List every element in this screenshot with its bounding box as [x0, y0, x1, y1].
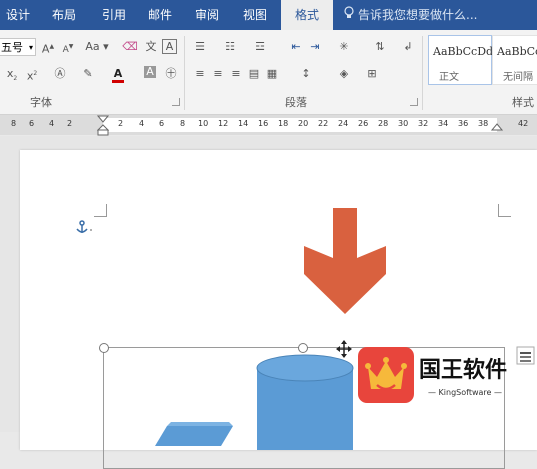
ruler-tick-label: 6 — [159, 119, 165, 128]
group-divider — [184, 36, 185, 110]
ruler-tick-label: 8 — [11, 119, 17, 128]
ruler-tick-label: 2 — [118, 119, 124, 128]
justify-icon[interactable]: ▤ — [246, 66, 262, 82]
change-case-button[interactable]: Aa ▾ — [84, 39, 110, 55]
ruler-tick-label: 28 — [378, 119, 389, 128]
tab-references[interactable]: 引用 — [94, 0, 134, 30]
ruler-tick-label: 38 — [478, 119, 489, 128]
font-group-label: 字体 — [30, 96, 52, 109]
ruler-tick-label: 12 — [218, 119, 229, 128]
styles-group-label: 样式 — [512, 96, 534, 109]
paragraph-group-label: 段落 — [285, 96, 307, 109]
kingsoftware-logo-icon — [358, 347, 414, 403]
asian-layout-icon[interactable]: ✳ — [336, 39, 352, 55]
ruler-tick-label: 36 — [458, 119, 469, 128]
group-divider — [422, 36, 423, 110]
superscript-icon[interactable]: x2 — [24, 66, 40, 83]
document-page[interactable]: 国王软件 — KingSoftware — — [20, 150, 537, 469]
align-right-icon[interactable]: ≡ — [228, 66, 244, 82]
distributed-icon[interactable]: ▦ — [264, 66, 280, 82]
font-dialog-launcher-icon[interactable] — [172, 98, 180, 106]
lightbulb-icon — [344, 0, 354, 30]
tab-layout[interactable]: 布局 — [44, 0, 84, 30]
sort-icon[interactable]: ⇅ — [372, 39, 388, 55]
resize-handle[interactable] — [298, 343, 308, 353]
ruler-tick-label: 42 — [518, 119, 529, 128]
borders-icon[interactable]: ⊞ — [364, 66, 380, 82]
ruler-tick-label: 32 — [418, 119, 429, 128]
bullets-icon[interactable]: ☰ — [192, 39, 208, 55]
watermark-sub: — KingSoftware — — [428, 388, 502, 397]
clear-format-icon[interactable]: ⌫ — [122, 39, 138, 55]
ruler-tick-label: 20 — [298, 119, 309, 128]
tab-view[interactable]: 视图 — [233, 0, 277, 30]
ruler-tick-label: 16 — [258, 119, 269, 128]
font-color-icon[interactable]: A — [110, 66, 126, 83]
tab-format[interactable]: 格式 — [281, 0, 333, 30]
tab-design[interactable]: 设计 — [0, 0, 36, 30]
subscript-icon[interactable]: x2 — [4, 66, 20, 82]
ruler-tick-label: 8 — [180, 119, 186, 128]
tab-review[interactable]: 审阅 — [187, 0, 227, 30]
paragraph-dialog-launcher-icon[interactable] — [410, 98, 418, 106]
ruler-tick-label: 6 — [29, 119, 35, 128]
grow-font-button[interactable]: A▲ — [40, 39, 56, 56]
ruler-tick-label: 2 — [67, 119, 73, 128]
document-canvas: 国王软件 — KingSoftware — — [0, 136, 537, 469]
align-left-icon[interactable]: ≡ — [192, 66, 208, 82]
ribbon: 五号 ▾ A▲ A▼ Aa ▾ ⌫ 文 A x2 x2 Ⓐ ✎ A A ㊉ 字体… — [0, 30, 537, 115]
enclose-char-icon[interactable]: ㊉ — [163, 66, 179, 82]
ribbon-tab-bar: 设计 布局 引用 邮件 审阅 视图 格式 告诉我您想要做什么... — [0, 0, 537, 30]
highlight-icon[interactable]: ✎ — [80, 66, 96, 82]
char-shading-icon[interactable]: A — [144, 66, 156, 78]
numbering-icon[interactable]: ☷ — [222, 39, 238, 55]
resize-handle[interactable] — [99, 343, 109, 353]
tell-me-search[interactable]: 告诉我您想要做什么... — [344, 0, 477, 30]
tell-me-placeholder: 告诉我您想要做什么... — [358, 8, 478, 22]
chevron-down-icon: ▾ — [28, 43, 33, 52]
decrease-indent-icon[interactable]: ⇤ — [288, 39, 304, 55]
crop-mark — [94, 204, 107, 217]
shading-icon[interactable]: ◈ — [336, 66, 352, 82]
style-no-spacing[interactable]: AaBbCcI 无间隔 — [492, 35, 537, 85]
align-center-icon[interactable]: ≡ — [210, 66, 226, 82]
char-border-icon[interactable]: A — [162, 39, 177, 54]
font-size-value: 五号 — [1, 41, 23, 54]
ruler-tick-label: 4 — [49, 119, 55, 128]
show-marks-icon[interactable]: ↲ — [400, 39, 416, 55]
cube-shape[interactable] — [155, 422, 235, 448]
ruler-tick-label: 10 — [198, 119, 209, 128]
text-effects-icon[interactable]: Ⓐ — [52, 66, 68, 82]
indent-marker-icon[interactable] — [97, 115, 109, 137]
ruler-tick-label: 30 — [398, 119, 409, 128]
shrink-font-button[interactable]: A▼ — [60, 39, 76, 55]
tab-mailings[interactable]: 邮件 — [140, 0, 180, 30]
down-arrow-shape[interactable] — [302, 208, 388, 316]
watermark-name: 国王软件 — [419, 357, 508, 383]
right-indent-marker-icon[interactable] — [491, 123, 503, 135]
style-normal[interactable]: AaBbCcDdI 正文 — [428, 35, 497, 85]
ruler-tick-label: 22 — [318, 119, 329, 128]
line-spacing-icon[interactable]: ↕ — [298, 66, 314, 82]
multilevel-list-icon[interactable]: ☲ — [252, 39, 268, 55]
crop-mark — [498, 204, 511, 217]
phonetic-guide-icon[interactable]: 文 — [143, 39, 159, 55]
ruler-tick-label: 34 — [438, 119, 449, 128]
ruler-tick-label: 24 — [338, 119, 349, 128]
anchor-icon — [76, 220, 92, 233]
ruler-tick-label: 14 — [238, 119, 249, 128]
increase-indent-icon[interactable]: ⇥ — [307, 39, 323, 55]
ruler-tick-label: 18 — [278, 119, 289, 128]
font-size-combo[interactable]: 五号 ▾ — [0, 38, 36, 56]
cylinder-shape[interactable] — [256, 354, 360, 450]
horizontal-ruler[interactable]: 8 6 4 2 2 4 6 8 10 12 14 16 18 20 22 24 26 28 30 32 34 36 38 42 — [0, 115, 537, 137]
ruler-tick-label: 4 — [139, 119, 145, 128]
ruler-tick-label: 26 — [358, 119, 369, 128]
layout-options-icon[interactable] — [516, 346, 536, 366]
